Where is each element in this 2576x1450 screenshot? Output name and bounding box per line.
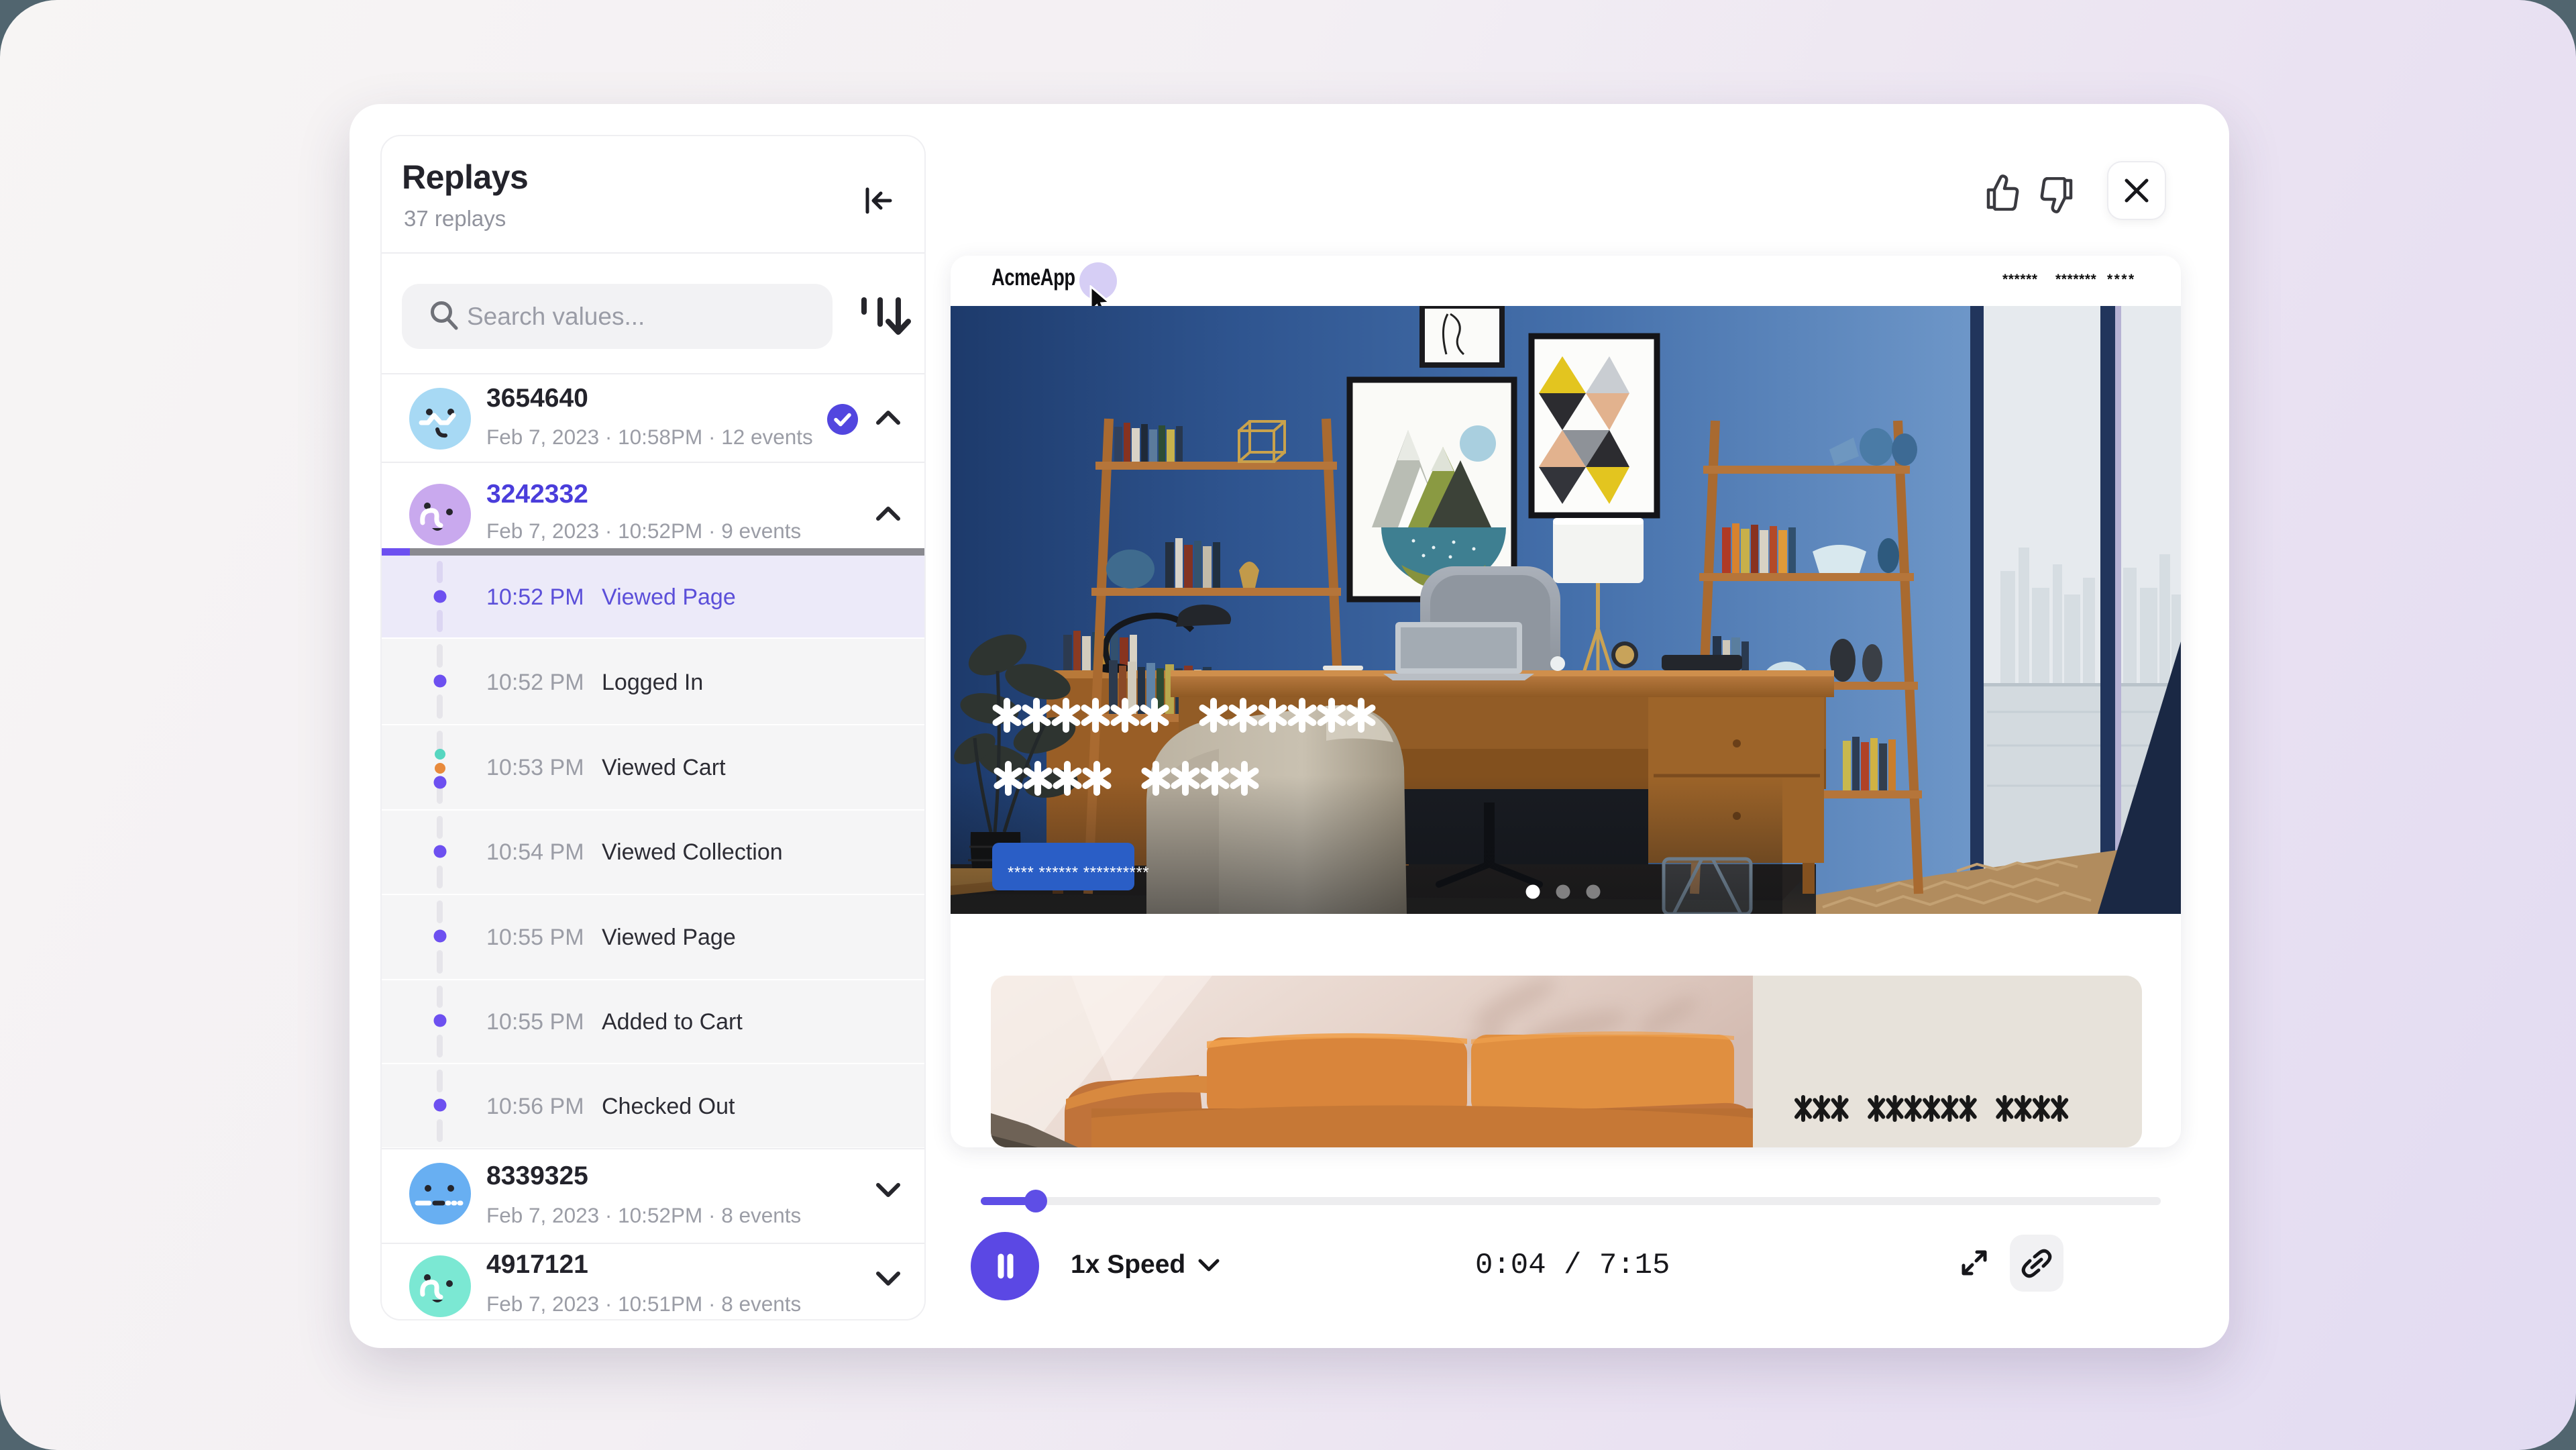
svg-text:**** ****** **********: **** ****** ********** (1008, 864, 1149, 882)
